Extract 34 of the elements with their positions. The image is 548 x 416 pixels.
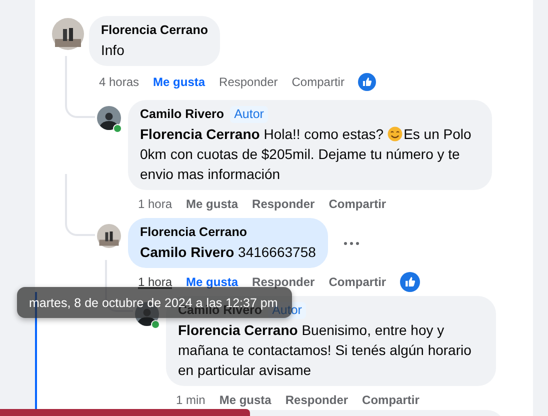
reply-link[interactable]: Responder bbox=[252, 197, 315, 211]
avatar[interactable] bbox=[52, 18, 84, 50]
timestamp-link[interactable]: 1 min bbox=[176, 393, 206, 407]
avatar[interactable] bbox=[97, 106, 121, 130]
timestamp-link[interactable]: 1 hora bbox=[138, 197, 172, 211]
comment-text: Florencia Cerrano Buenisimo, entre hoy y mañana te contactamos! Si tenés algún horario en particular avisame bbox=[178, 321, 472, 380]
reply-link[interactable]: Responder bbox=[252, 275, 315, 289]
mention-link[interactable]: Florencia Cerrano bbox=[140, 126, 260, 142]
timestamp-link[interactable]: 4 horas bbox=[99, 75, 140, 89]
comment-text: Florencia Cerrano Hola!! como estas? Es un Polo 0km con cuotas de $205mil. Dejame tu número y te envio mas información bbox=[140, 125, 472, 184]
reply-link[interactable]: Responder bbox=[285, 393, 348, 407]
thumbs-up-icon[interactable] bbox=[358, 73, 376, 91]
avatar[interactable] bbox=[97, 224, 121, 248]
like-link[interactable]: Me gusta bbox=[186, 197, 238, 211]
author-name[interactable]: Camilo Rivero bbox=[140, 106, 224, 123]
like-link[interactable]: Me gusta bbox=[186, 275, 238, 289]
author-badge: Autor bbox=[230, 106, 268, 123]
timestamp-link[interactable]: 1 hora bbox=[138, 275, 172, 289]
comment-text: Info bbox=[101, 41, 126, 60]
thread-line bbox=[65, 174, 95, 236]
author-name[interactable]: Florencia Cerrano bbox=[101, 22, 208, 39]
share-link[interactable]: Compartir bbox=[292, 75, 344, 89]
reply-link[interactable]: Responder bbox=[219, 75, 278, 89]
mention-link[interactable]: Florencia Cerrano bbox=[178, 322, 298, 338]
mention-link[interactable]: Camilo Rivero bbox=[140, 244, 234, 260]
share-link[interactable]: Compartir bbox=[328, 197, 386, 211]
like-link[interactable]: Me gusta bbox=[219, 393, 272, 407]
like-link[interactable]: Me gusta bbox=[153, 75, 206, 89]
thumbs-up-icon[interactable] bbox=[400, 272, 420, 292]
comment-text: Camilo Rivero 3416663758 bbox=[140, 243, 316, 262]
share-link[interactable]: Compartir bbox=[328, 275, 386, 289]
share-link[interactable]: Compartir bbox=[362, 393, 420, 407]
thread-line bbox=[65, 56, 95, 118]
author-name[interactable]: Florencia Cerrano bbox=[140, 224, 247, 241]
